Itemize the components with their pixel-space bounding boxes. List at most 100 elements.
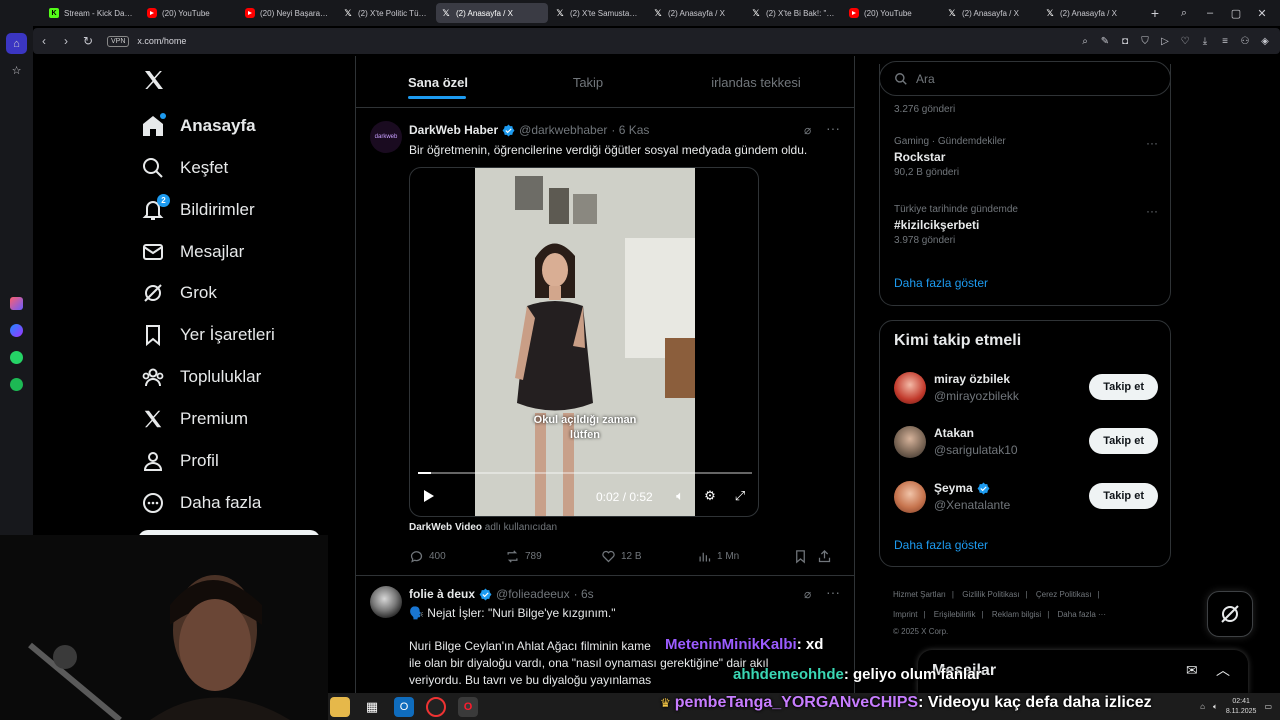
nav-communities[interactable]: Topluluklar xyxy=(140,360,261,394)
menu-icon[interactable]: ≡ xyxy=(1218,34,1232,48)
maximize-icon[interactable]: ▢ xyxy=(1226,3,1246,23)
avatar[interactable] xyxy=(370,586,402,618)
follow-button[interactable]: Takip et xyxy=(1089,428,1158,454)
follow-suggestion[interactable]: Atakan @sarigulatak10 Takip et xyxy=(894,422,1158,462)
post-author-name[interactable]: DarkWeb Haber xyxy=(409,123,498,137)
tab-following[interactable]: Takip xyxy=(546,56,630,108)
avatar[interactable] xyxy=(894,481,926,513)
nav-premium[interactable]: Premium xyxy=(140,402,248,436)
footer-link[interactable]: Hizmet Şartları xyxy=(893,590,946,599)
bookmark-button[interactable] xyxy=(793,549,817,564)
avatar[interactable] xyxy=(894,426,926,458)
new-tab-plus-icon[interactable]: + xyxy=(1146,4,1164,22)
browser-tab[interactable]: (20) YouTube xyxy=(844,3,940,23)
more-horizontal-icon[interactable]: ··· xyxy=(1146,204,1158,218)
new-message-icon[interactable]: ✉ xyxy=(1186,662,1198,679)
store-icon[interactable]: ▦ xyxy=(362,697,382,717)
video-player[interactable]: Okul açıldığı zaman lütfen 0:02 / 0:52 🔈… xyxy=(409,167,759,517)
expand-chevron-icon[interactable]: ︿ xyxy=(1216,660,1230,680)
follow-button[interactable]: Takip et xyxy=(1089,483,1158,509)
clock[interactable]: 02:41 8.11.2025 xyxy=(1226,697,1257,717)
repost-button[interactable]: 789 xyxy=(505,549,601,564)
show-more-trends-link[interactable]: Daha fazla göster xyxy=(894,276,988,290)
footer-link[interactable]: Çerez Politikası xyxy=(1036,590,1092,599)
more-horizontal-icon[interactable]: ··· xyxy=(826,120,840,136)
like-button[interactable]: 12 B xyxy=(601,549,697,564)
messenger-icon[interactable] xyxy=(6,320,27,341)
nav-explore[interactable]: Keşfet xyxy=(140,151,228,185)
browser-tab[interactable]: (20) Neyi Başaramadın xyxy=(240,3,336,23)
share-button[interactable] xyxy=(817,549,841,564)
post-darkweb[interactable]: darkweb DarkWeb Haber @darkwebhaber · 6 … xyxy=(356,109,854,575)
aria-icon[interactable] xyxy=(6,293,27,314)
browser-tab[interactable]: 𝕏(2) X'te Bi Bak!: "Bir ka xyxy=(746,3,842,23)
grok-icon[interactable]: ⌀ xyxy=(804,587,811,601)
nav-messages[interactable]: Mesajlar xyxy=(140,235,244,269)
nav-more[interactable]: Daha fazla xyxy=(140,486,261,520)
play-icon[interactable]: ▷ xyxy=(1158,34,1172,48)
follow-button[interactable]: Takip et xyxy=(1089,374,1158,400)
follow-suggestion[interactable]: Şeyma @Xenatalante Takip et xyxy=(894,477,1158,517)
post-time[interactable]: · 6 Kas xyxy=(611,123,649,137)
video-source-user[interactable]: DarkWeb Video xyxy=(409,522,482,533)
trend-item[interactable]: 3.276 gönderi xyxy=(894,101,1158,115)
star-icon[interactable]: ☆ xyxy=(6,60,27,81)
edit-icon[interactable]: ✎ xyxy=(1098,34,1112,48)
network-icon[interactable]: ⌂ xyxy=(1200,702,1205,711)
footer-link[interactable]: Reklam bilgisi xyxy=(992,610,1041,619)
forward-icon[interactable]: › xyxy=(55,30,77,52)
volume-icon[interactable]: 🔈︎ xyxy=(1213,702,1218,712)
play-icon[interactable] xyxy=(418,486,438,506)
tab-for-you[interactable]: Sana özel xyxy=(396,56,480,108)
more-horizontal-icon[interactable]: ··· xyxy=(826,584,840,600)
outlook-icon[interactable]: O xyxy=(394,697,414,717)
browser-tab[interactable]: 𝕏 (2) Anasayfa / X xyxy=(942,3,1038,23)
more-horizontal-icon[interactable]: ··· xyxy=(1146,136,1158,150)
avatar[interactable]: darkweb xyxy=(370,121,402,153)
obs-icon[interactable] xyxy=(426,697,446,717)
reload-icon[interactable]: ↻ xyxy=(77,30,99,52)
spotify-icon[interactable] xyxy=(6,374,27,395)
post-author-name[interactable]: folie à deux xyxy=(409,587,475,601)
browser-tab[interactable]: KStream - Kick Dashboard xyxy=(44,3,140,23)
minimize-icon[interactable]: – xyxy=(1200,3,1220,23)
nav-profile[interactable]: Profil xyxy=(140,444,219,478)
follow-suggestion[interactable]: miray özbilek @mirayozbilekk Takip et xyxy=(894,368,1158,408)
trend-item[interactable]: Gaming · Gündemdekiler Rockstar 90,2 B g… xyxy=(894,136,1158,178)
vpn-badge[interactable]: VPN xyxy=(107,35,130,47)
reply-button[interactable]: 400 xyxy=(409,549,505,564)
grok-icon[interactable]: ⌀ xyxy=(804,123,811,137)
video-progress-bar[interactable] xyxy=(418,472,752,474)
post-time[interactable]: · 6s xyxy=(574,587,594,601)
zoom-icon[interactable]: ⌕ xyxy=(1078,34,1092,48)
account-icon[interactable]: ⚇ xyxy=(1238,34,1252,48)
footer-link[interactable]: Imprint xyxy=(893,610,917,619)
footer-link[interactable]: Gizlilik Politikası xyxy=(962,590,1019,599)
fullscreen-icon[interactable]: ⤢ xyxy=(730,486,750,506)
whatsapp-icon[interactable] xyxy=(6,347,27,368)
back-icon[interactable]: ‹ xyxy=(33,30,55,52)
url-field[interactable]: x.com/home xyxy=(137,36,186,46)
avatar[interactable] xyxy=(894,372,926,404)
nav-notifications[interactable]: 2 Bildirimler xyxy=(140,193,255,227)
post-handle[interactable]: @folieadeeux xyxy=(496,587,570,601)
views-button[interactable]: 1 Mn xyxy=(697,549,793,564)
browser-tab[interactable]: 𝕏 (2) Anasayfa / X xyxy=(1040,3,1136,23)
trend-item[interactable]: Türkiye tarihinde gündemde #kizilcikşerb… xyxy=(894,204,1158,246)
notification-icon[interactable]: ▭ xyxy=(1264,702,1272,711)
browser-tab[interactable]: 𝕏 (2) X'te Samustappen xyxy=(550,3,646,23)
browser-tab[interactable]: 𝕏 (2) Anasayfa / X xyxy=(648,3,744,23)
volume-icon[interactable]: 🔈︎ xyxy=(670,486,690,506)
browser-tab[interactable]: (20) YouTube xyxy=(142,3,238,23)
heart-icon[interactable]: ♡ xyxy=(1178,34,1192,48)
tab-search-icon[interactable]: ⌕ xyxy=(1174,3,1194,23)
opera-taskbar-icon[interactable]: O xyxy=(458,697,478,717)
nav-home[interactable]: Anasayfa xyxy=(140,109,256,143)
nav-bookmarks[interactable]: Yer İşaretleri xyxy=(140,318,275,352)
grok-floating-button[interactable] xyxy=(1207,591,1253,637)
browser-tab[interactable]: 𝕏(2) X'te Politic Türk: "# xyxy=(338,3,434,23)
camera-icon[interactable]: ◘ xyxy=(1118,34,1132,48)
browser-tab-active[interactable]: 𝕏 (2) Anasayfa / X xyxy=(436,3,548,23)
close-icon[interactable]: ✕ xyxy=(1252,3,1272,23)
footer-link[interactable]: Daha fazla ··· xyxy=(1058,610,1106,619)
